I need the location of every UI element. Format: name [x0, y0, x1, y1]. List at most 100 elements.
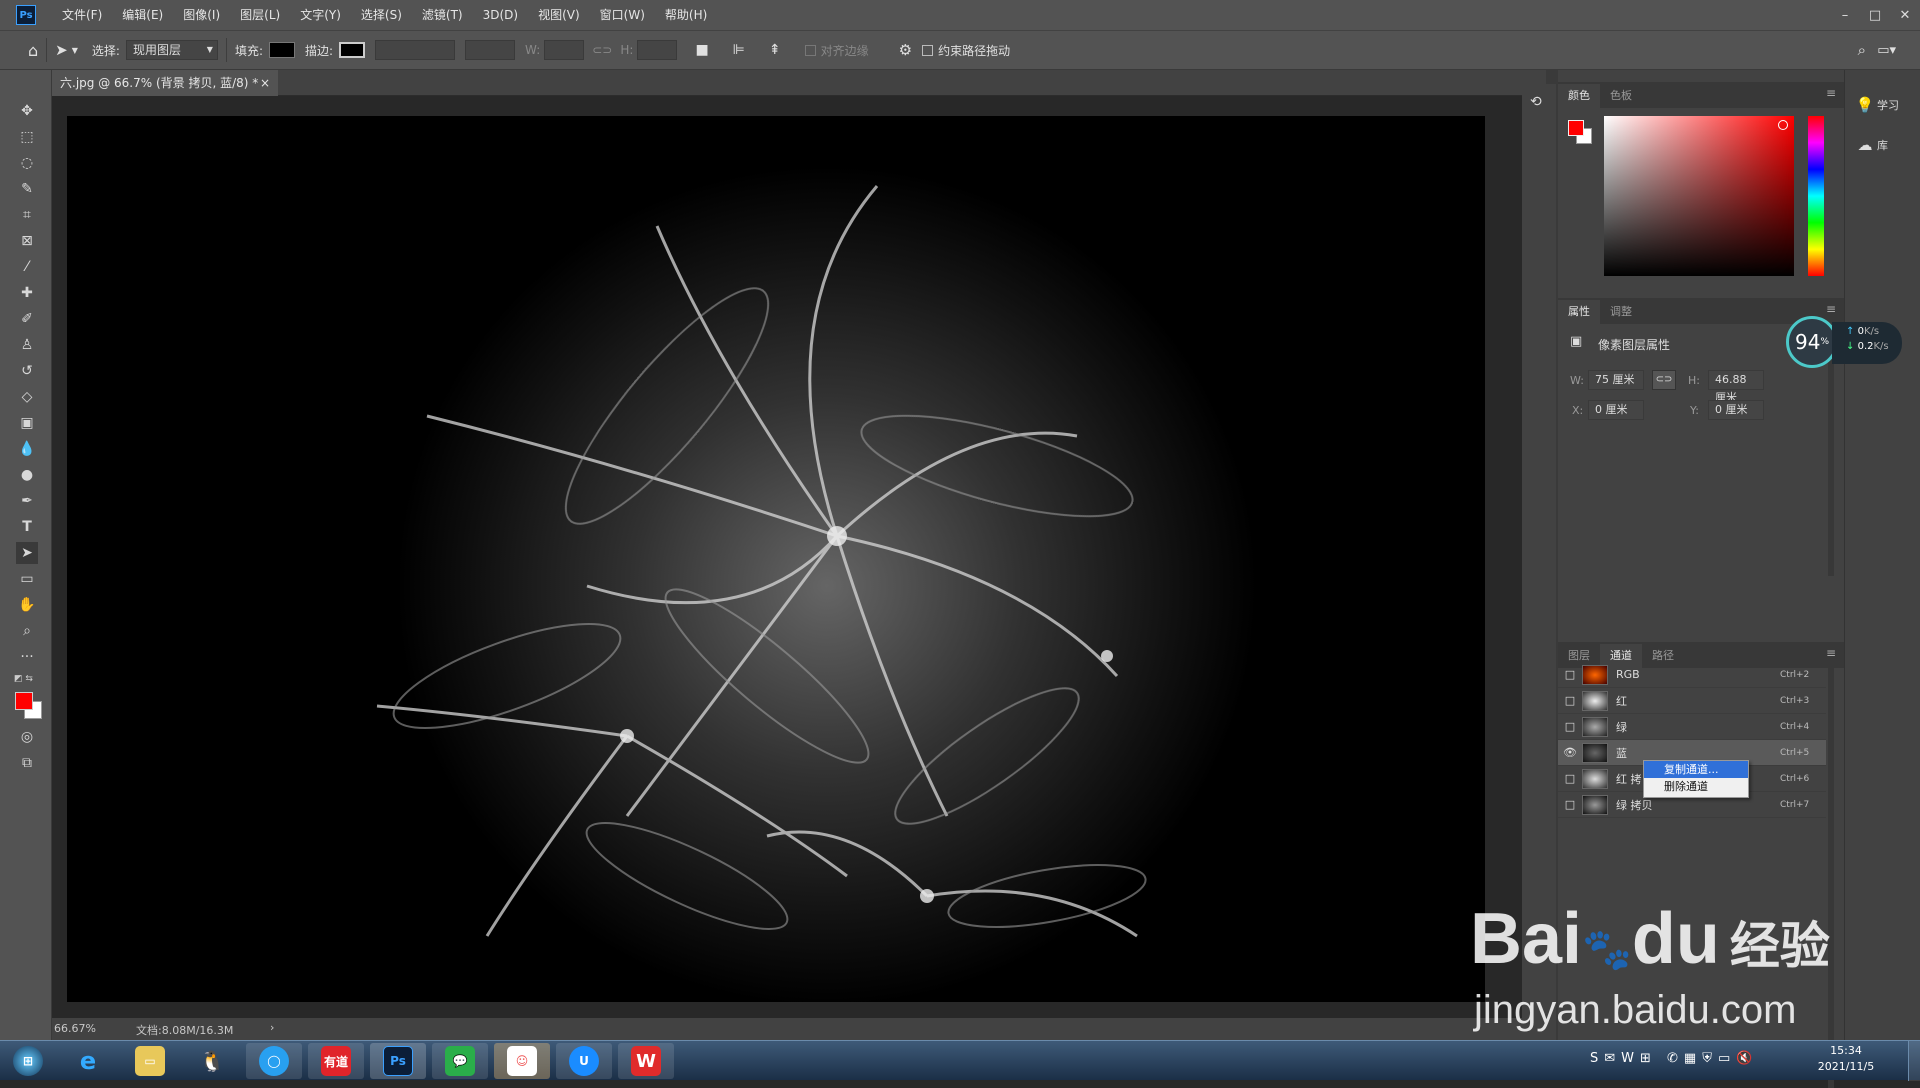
document-canvas[interactable]	[67, 116, 1485, 1002]
panel-menu-icon[interactable]: ≡	[1826, 302, 1836, 316]
gear-icon[interactable]: ⚙	[899, 41, 912, 59]
hue-slider[interactable]	[1808, 116, 1824, 276]
zoom-level[interactable]: 66.67%	[54, 1022, 96, 1035]
taskbar-ie[interactable]: e	[60, 1043, 116, 1079]
constrain-path-checkbox[interactable]	[922, 44, 934, 56]
path-select-tool-icon[interactable]: ➤	[55, 41, 68, 59]
more-tools-icon[interactable]: ···	[16, 646, 38, 668]
stroke-width-input[interactable]	[375, 40, 456, 60]
home-icon[interactable]: ⌂	[28, 41, 38, 60]
taskbar-youdao[interactable]: 有道	[308, 1043, 364, 1079]
eraser-tool-icon[interactable]: ◇	[16, 386, 38, 408]
visibility-toggle[interactable]: □	[1558, 720, 1582, 733]
link-dimensions-icon[interactable]: ⊂⊃	[1652, 370, 1676, 390]
taskbar-explorer[interactable]: ▭	[122, 1043, 178, 1079]
h-input[interactable]	[637, 40, 678, 60]
stroke-type-dropdown[interactable]	[465, 40, 516, 60]
memory-gauge[interactable]: 94%	[1786, 316, 1838, 368]
taskbar-uu[interactable]: U	[556, 1043, 612, 1079]
marquee-tool-icon[interactable]: ⬚	[16, 126, 38, 148]
path-alignment-icon[interactable]: ⊫	[733, 42, 745, 58]
tab-adjustments[interactable]: 调整	[1600, 300, 1642, 324]
rectangle-tool-icon[interactable]: ▭	[16, 568, 38, 590]
learn-button[interactable]: 💡 学习	[1853, 92, 1913, 118]
color-field[interactable]	[1604, 116, 1794, 276]
lasso-tool-icon[interactable]: ◌	[16, 152, 38, 174]
visibility-toggle[interactable]: □	[1558, 668, 1582, 681]
taskbar-wechat[interactable]: 💬	[432, 1043, 488, 1079]
crop-tool-icon[interactable]: ⌗	[16, 204, 38, 226]
path-selection-tool-icon[interactable]: ➤	[16, 542, 38, 564]
menu-window[interactable]: 窗口(W)	[590, 0, 655, 30]
show-desktop-button[interactable]	[1908, 1041, 1920, 1081]
channel-row-green[interactable]: □ 绿 Ctrl+4	[1558, 714, 1826, 740]
tab-swatches[interactable]: 色板	[1600, 84, 1642, 108]
type-tool-icon[interactable]: T	[16, 516, 38, 538]
channels-scrollbar[interactable]	[1828, 668, 1834, 1088]
prop-w-input[interactable]: 75 厘米	[1588, 370, 1644, 390]
pen-tool-icon[interactable]: ✒	[16, 490, 38, 512]
taskbar-photoshop[interactable]: Ps	[370, 1043, 426, 1079]
stroke-swatch[interactable]	[339, 42, 366, 58]
foreground-color-swatch[interactable]	[15, 692, 33, 710]
menu-type[interactable]: 文字(Y)	[290, 0, 351, 30]
history-brush-tool-icon[interactable]: ↺	[16, 360, 38, 382]
clone-stamp-tool-icon[interactable]: ♙	[16, 334, 38, 356]
workspace-icon[interactable]: ▭▾	[1877, 43, 1896, 58]
menu-filter[interactable]: 滤镜(T)	[412, 0, 473, 30]
taskbar-browser[interactable]: ◯	[246, 1043, 302, 1079]
screen-mode-icon[interactable]: ⧉	[16, 752, 38, 774]
library-button[interactable]: ☁ 库	[1853, 132, 1913, 158]
history-panel-icon[interactable]: ⟲	[1530, 94, 1542, 110]
system-tray-icons[interactable]: S✉W⊞ ✆▦⛨▭🔇	[1590, 1051, 1758, 1066]
brush-tool-icon[interactable]: ✐	[16, 308, 38, 330]
close-tab-icon[interactable]: ×	[260, 70, 270, 96]
color-fg-swatch[interactable]	[1568, 120, 1584, 136]
select-dropdown[interactable]: 现用图层 ▼	[125, 40, 218, 60]
hand-tool-icon[interactable]: ✋	[16, 594, 38, 616]
menu-item-delete-channel[interactable]: 删除通道	[1644, 778, 1748, 795]
eye-icon[interactable]: 👁	[1558, 746, 1582, 759]
swap-colors-icon[interactable]: ◩ ⇆	[14, 674, 33, 684]
visibility-toggle[interactable]: □	[1558, 798, 1582, 811]
visibility-toggle[interactable]: □	[1558, 694, 1582, 707]
chevron-down-icon[interactable]: ▼	[72, 46, 78, 55]
panel-menu-icon[interactable]: ≡	[1826, 86, 1836, 100]
menu-help[interactable]: 帮助(H)	[655, 0, 717, 30]
menu-item-duplicate-channel[interactable]: 复制通道...	[1644, 761, 1748, 778]
taskbar-app[interactable]: ☺	[494, 1043, 550, 1079]
healing-brush-tool-icon[interactable]: ✚	[16, 282, 38, 304]
visibility-toggle[interactable]: □	[1558, 772, 1582, 785]
menu-image[interactable]: 图像(I)	[173, 0, 230, 30]
prop-x-input[interactable]: 0 厘米	[1588, 400, 1644, 420]
path-operations-icon[interactable]: ■	[695, 42, 708, 58]
minimize-icon[interactable]: –	[1830, 0, 1860, 30]
tab-properties[interactable]: 属性	[1558, 300, 1600, 324]
link-icon[interactable]: ⊂⊃	[592, 43, 612, 57]
blur-tool-icon[interactable]: 💧	[16, 438, 38, 460]
gradient-tool-icon[interactable]: ▣	[16, 412, 38, 434]
document-tab[interactable]: 六.jpg @ 66.7% (背景 拷贝, 蓝/8) * ×	[52, 70, 278, 96]
color-picker-cursor[interactable]	[1778, 120, 1788, 130]
menu-view[interactable]: 视图(V)	[528, 0, 590, 30]
fill-swatch[interactable]	[268, 42, 295, 58]
status-menu-arrow[interactable]: ›	[270, 1021, 274, 1034]
move-tool-icon[interactable]: ✥	[16, 100, 38, 122]
maximize-icon[interactable]: □	[1860, 0, 1890, 30]
system-clock[interactable]: 15:34 2021/11/5	[1806, 1043, 1886, 1075]
menu-layer[interactable]: 图层(L)	[230, 0, 290, 30]
taskbar-qq[interactable]: 🐧	[184, 1043, 240, 1079]
menu-select[interactable]: 选择(S)	[351, 0, 412, 30]
eyedropper-tool-icon[interactable]: ⁄	[16, 256, 38, 278]
align-edges-checkbox[interactable]	[804, 44, 816, 56]
prop-h-input[interactable]: 46.88 厘米	[1708, 370, 1764, 404]
w-input[interactable]	[544, 40, 585, 60]
prop-y-input[interactable]: 0 厘米	[1708, 400, 1764, 420]
quick-mask-icon[interactable]: ◎	[16, 726, 38, 748]
close-icon[interactable]: ✕	[1890, 0, 1920, 30]
channel-row-rgb[interactable]: □ RGB Ctrl+2	[1558, 662, 1826, 688]
taskbar-wps[interactable]: W	[618, 1043, 674, 1079]
panel-menu-icon[interactable]: ≡	[1826, 646, 1836, 660]
tab-color[interactable]: 颜色	[1558, 84, 1600, 108]
search-icon[interactable]: ⌕	[1858, 41, 1866, 59]
